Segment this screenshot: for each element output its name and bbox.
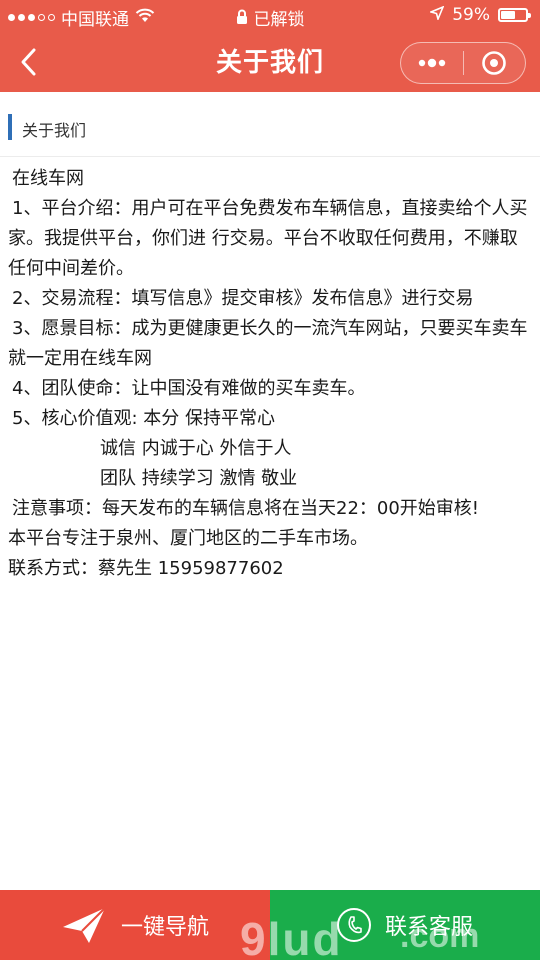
about-content: 在线车网 1、平台介绍：用户可在平台免费发布车辆信息，直接卖给个人买家。我提供平…	[8, 164, 532, 584]
content-line-process: 2、交易流程：填写信息》提交审核》发布信息》进行交易	[12, 288, 474, 309]
lock-status-label: 已解锁	[253, 10, 305, 30]
status-bar: 中国联通 已解锁 59%	[0, 0, 540, 32]
content-line-site-name: 在线车网	[12, 168, 84, 189]
content-line-region: 本平台专注于泉州、厦门地区的二手车市场。	[8, 528, 368, 549]
watermark-domain: .com	[400, 917, 480, 955]
navigation-label: 一键导航	[120, 915, 209, 940]
mini-program-capsule	[400, 42, 526, 84]
paper-plane-icon	[62, 907, 106, 943]
more-dots-icon	[418, 58, 445, 68]
target-close-icon	[482, 51, 507, 75]
content-line-vision: 3、愿景目标：成为更健康更长久的一流汽车网站，只要买车卖车就一定用在线车网	[8, 318, 528, 369]
battery-fill	[501, 11, 515, 19]
section-header: 关于我们	[0, 100, 540, 157]
battery-icon	[498, 8, 531, 22]
location-arrow-icon	[428, 5, 445, 25]
section-accent-bar	[8, 114, 12, 140]
section-title: 关于我们	[22, 121, 87, 140]
more-button[interactable]	[401, 43, 463, 83]
status-right: 59%	[428, 5, 531, 25]
content-line-values-team: 团队 持续学习 激情 敬业	[100, 468, 298, 489]
content-line-values: 5、核心价值观: 本分 保持平常心	[12, 408, 275, 429]
content-line-values-integrity: 诚信 内诚于心 外信于人	[100, 438, 292, 459]
bottom-action-bar: 一键导航 联系客服 9lud .com	[0, 890, 540, 965]
content-line-notice: 注意事项：每天发布的车辆信息将在当天22：00开始审核!	[12, 498, 480, 519]
nav-bar: 关于我们	[0, 32, 540, 92]
content-line-mission: 4、团队使命：让中国没有难做的买车卖车。	[12, 378, 366, 399]
battery-percent: 59%	[452, 5, 490, 25]
close-button[interactable]	[464, 43, 526, 83]
content-line-contact: 联系方式：蔡先生 15959877602	[8, 558, 284, 579]
content-line-intro: 1、平台介绍：用户可在平台免费发布车辆信息，直接卖给个人买家。我提供平台，你们进…	[8, 198, 528, 279]
watermark-logo: 9lud	[240, 913, 343, 965]
one-click-navigation-button[interactable]: 一键导航	[0, 890, 270, 960]
lock-icon	[236, 9, 248, 30]
top-header: 中国联通 已解锁 59% 关于我们	[0, 0, 540, 92]
